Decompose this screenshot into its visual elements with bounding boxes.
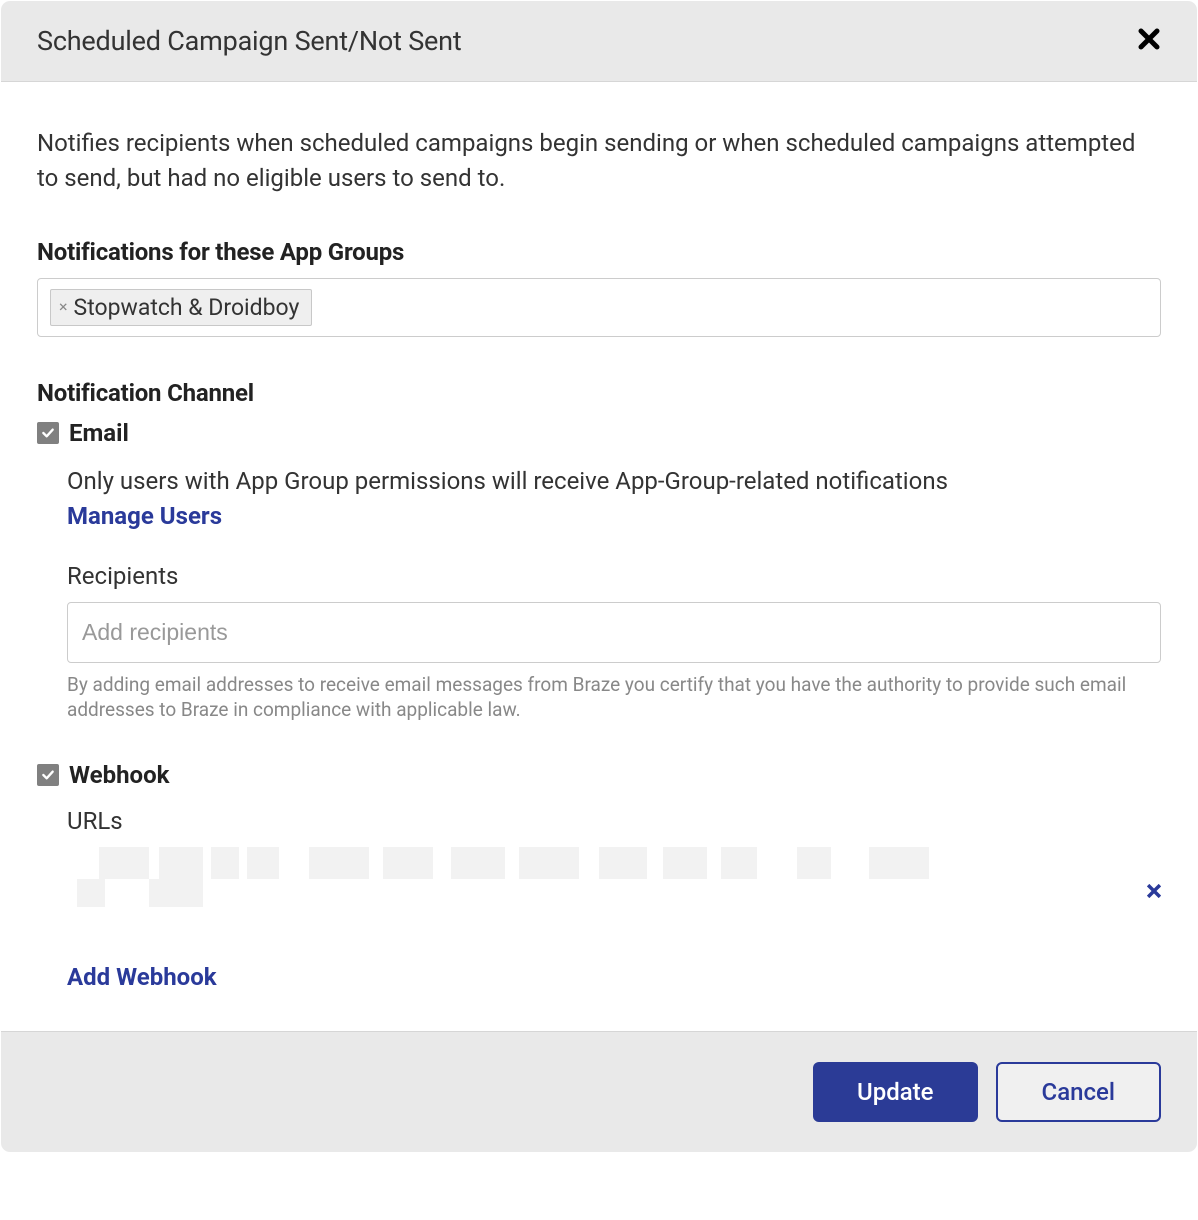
webhook-channel-row: Webhook <box>37 761 1161 789</box>
app-groups-input[interactable]: × Stopwatch & Droidboy <box>37 278 1161 337</box>
modal-title: Scheduled Campaign Sent/Not Sent <box>37 25 462 57</box>
email-checkbox[interactable] <box>37 422 59 444</box>
email-section: Only users with App Group permissions wi… <box>67 465 1161 723</box>
cancel-button[interactable]: Cancel <box>996 1062 1161 1122</box>
webhook-remove-icon[interactable] <box>1147 882 1161 903</box>
modal-body: Notifies recipients when scheduled campa… <box>1 82 1197 1031</box>
email-checkbox-label: Email <box>69 419 129 447</box>
manage-users-link[interactable]: Manage Users <box>67 502 222 530</box>
modal-dialog: Scheduled Campaign Sent/Not Sent Notifie… <box>0 0 1198 1153</box>
modal-description: Notifies recipients when scheduled campa… <box>37 126 1161 196</box>
recipients-input[interactable] <box>67 602 1161 663</box>
webhook-url-redacted <box>67 847 1161 915</box>
webhook-checkbox[interactable] <box>37 764 59 786</box>
modal-footer: Update Cancel <box>1 1031 1197 1152</box>
urls-label: URLs <box>67 807 1161 835</box>
tag-remove-icon[interactable]: × <box>59 299 68 315</box>
webhook-section: URLs <box>67 807 1161 991</box>
app-group-tag: × Stopwatch & Droidboy <box>50 289 312 326</box>
email-helper-text: Only users with App Group permissions wi… <box>67 465 1161 499</box>
app-groups-label: Notifications for these App Groups <box>37 238 1161 266</box>
update-button[interactable]: Update <box>813 1062 978 1122</box>
notification-channel-label: Notification Channel <box>37 379 1161 407</box>
email-channel-row: Email <box>37 419 1161 447</box>
modal-header: Scheduled Campaign Sent/Not Sent <box>1 1 1197 82</box>
recipients-fine-print: By adding email addresses to receive ema… <box>67 673 1161 722</box>
close-icon[interactable] <box>1137 27 1161 56</box>
tag-label: Stopwatch & Droidboy <box>74 294 300 321</box>
recipients-label: Recipients <box>67 562 1161 590</box>
add-webhook-link[interactable]: Add Webhook <box>67 963 217 991</box>
webhook-checkbox-label: Webhook <box>69 761 169 789</box>
